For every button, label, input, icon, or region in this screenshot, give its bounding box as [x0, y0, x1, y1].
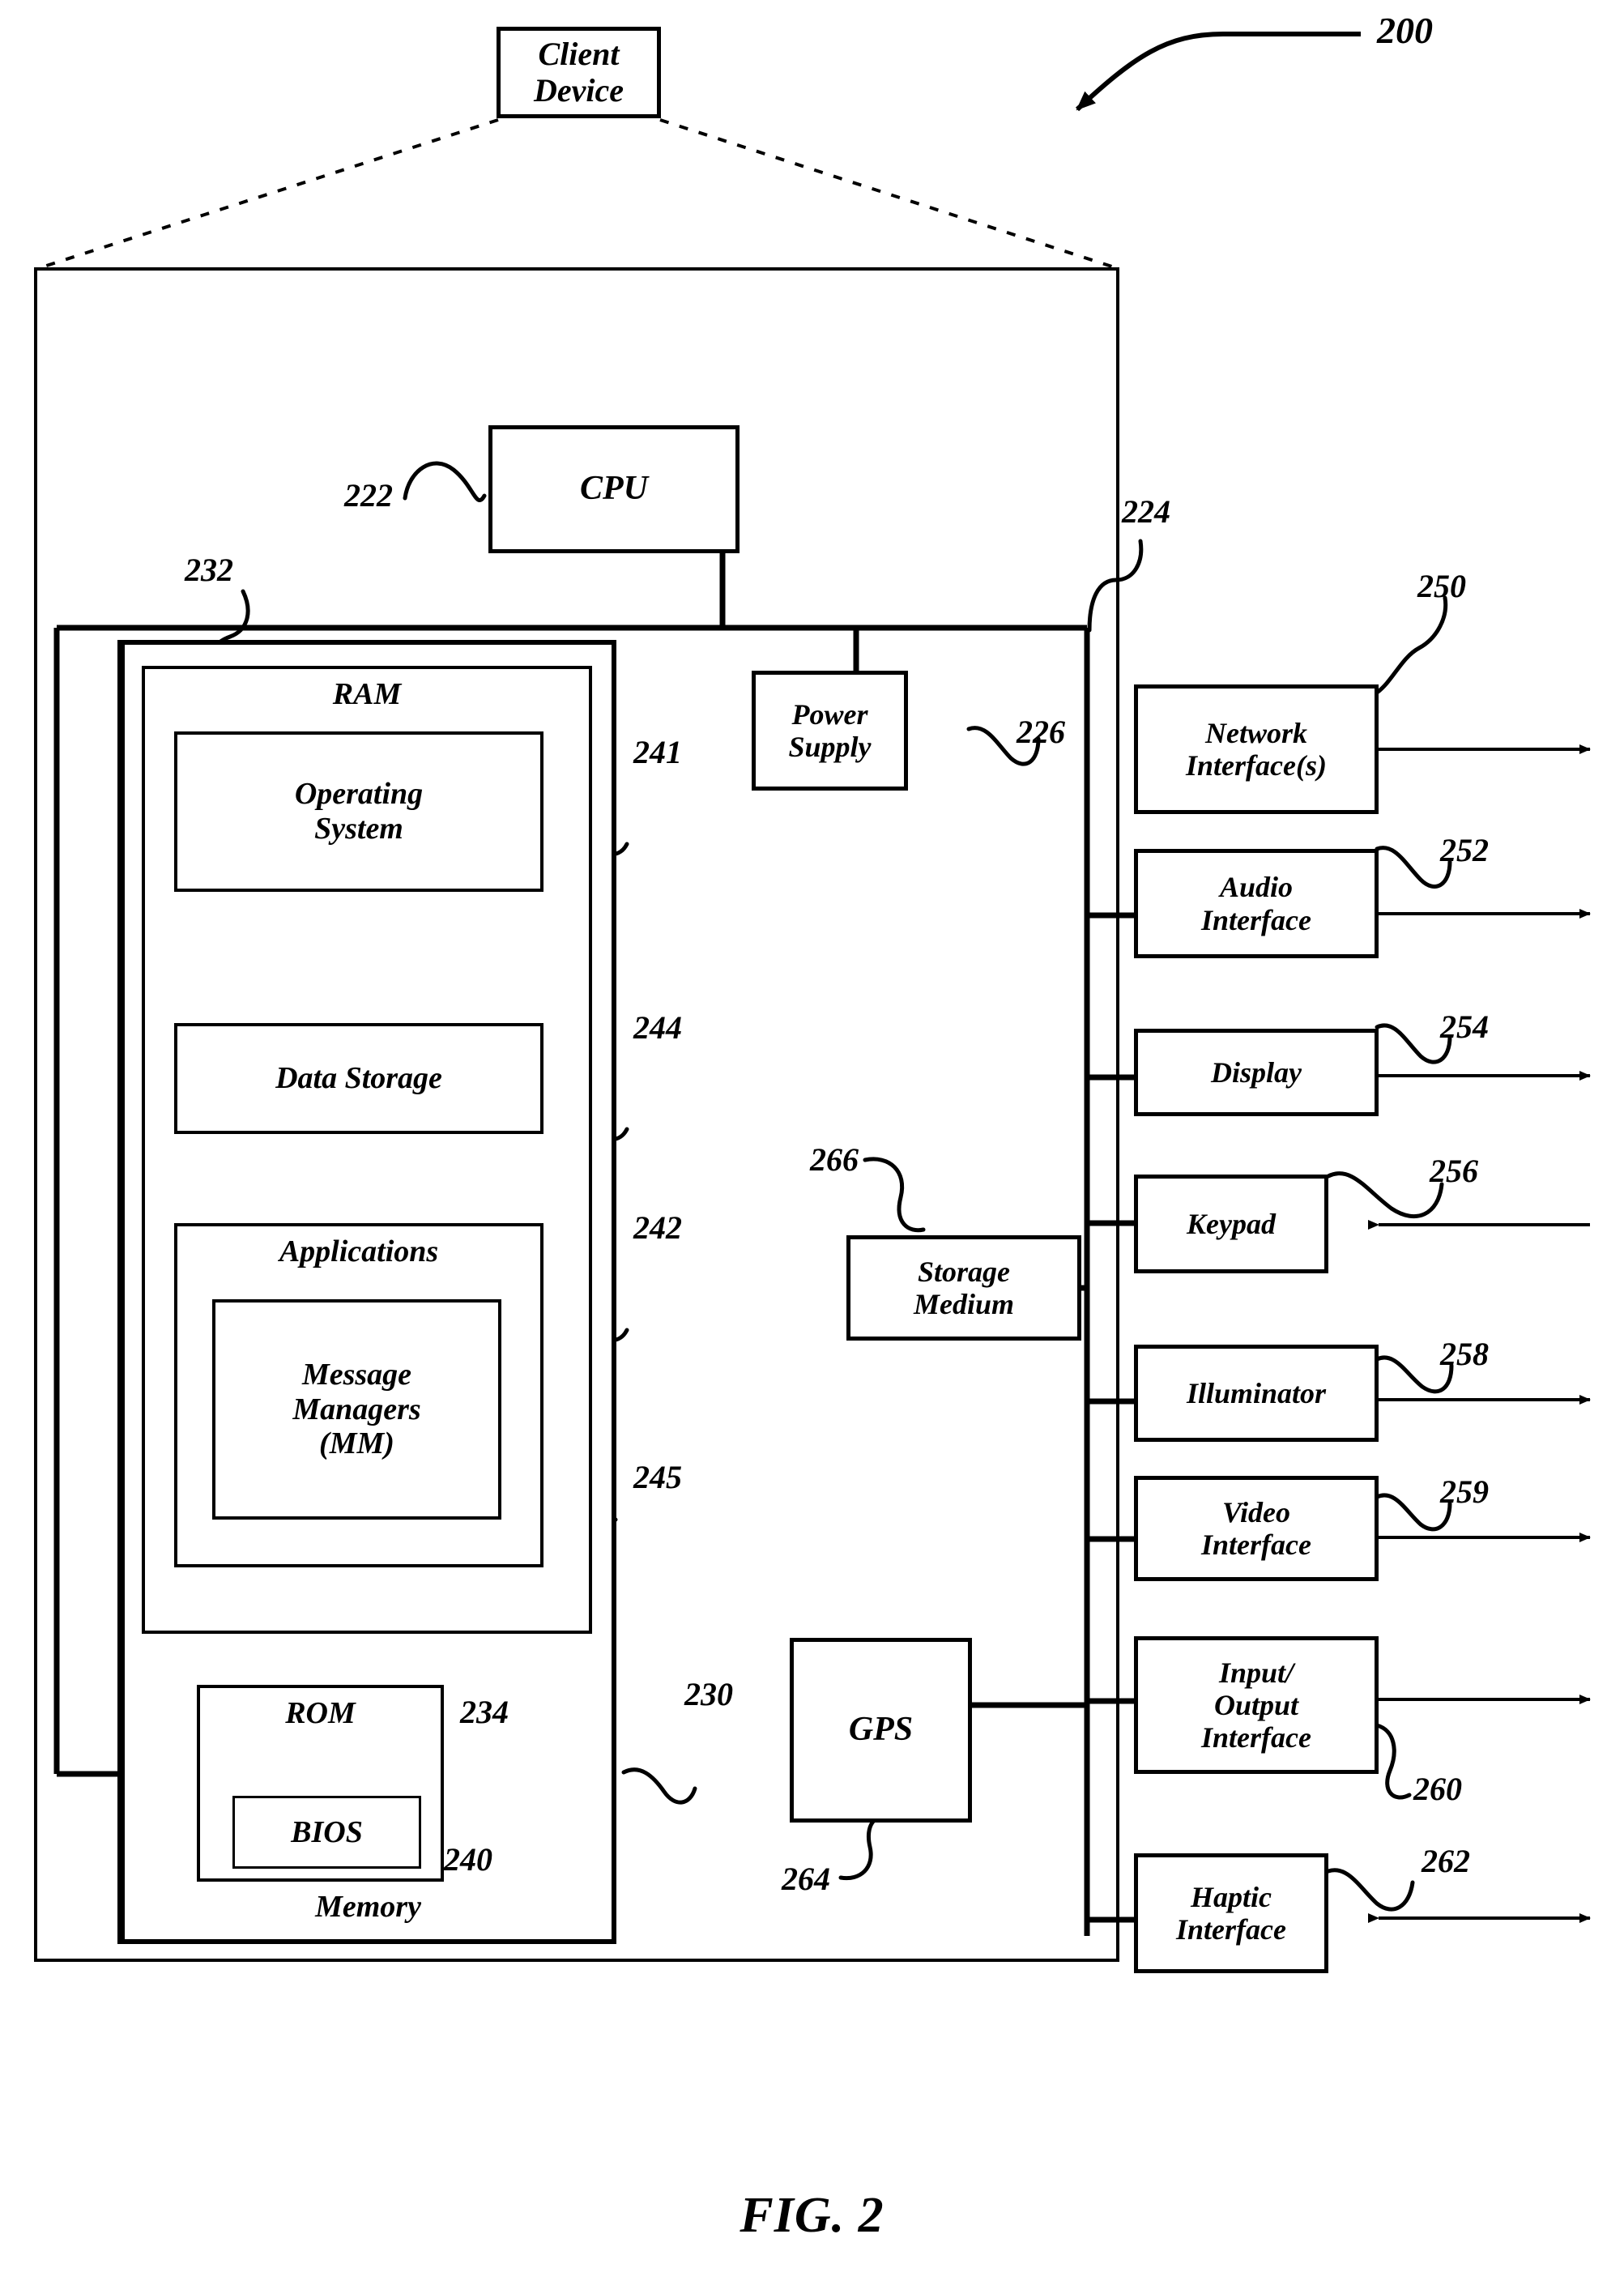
display-box[interactable]: Display [1134, 1029, 1379, 1116]
reference-240: 240 [444, 1841, 492, 1878]
client-device-label: Client Device [533, 35, 624, 109]
reference-259: 259 [1440, 1473, 1489, 1510]
network-interface-label: Network Interface(s) [1186, 716, 1327, 782]
illuminator-label: Illuminator [1186, 1376, 1327, 1409]
illuminator-box[interactable]: Illuminator [1134, 1345, 1379, 1442]
reference-241: 241 [633, 734, 682, 770]
keypad-box[interactable]: Keypad [1134, 1175, 1328, 1273]
client-device-box[interactable]: Client Device [497, 27, 661, 118]
input-output-interface-box[interactable]: Input/ Output Interface [1134, 1636, 1379, 1774]
audio-interface-box[interactable]: Audio Interface [1134, 849, 1379, 958]
gps-label: GPS [848, 1711, 914, 1749]
reference-256: 256 [1430, 1153, 1478, 1189]
power-supply-box[interactable]: Power Supply [752, 671, 908, 791]
input-output-interface-label: Input/ Output Interface [1201, 1656, 1311, 1754]
gps-box[interactable]: GPS [790, 1638, 972, 1823]
cpu-box[interactable]: CPU [488, 425, 740, 553]
keypad-label: Keypad [1187, 1207, 1276, 1240]
cpu-label: CPU [580, 470, 648, 508]
reference-245: 245 [633, 1459, 682, 1495]
reference-234: 234 [460, 1694, 509, 1730]
reference-224: 224 [1122, 493, 1170, 530]
reference-222: 222 [344, 477, 393, 514]
message-managers-box[interactable]: Message Managers (MM) [212, 1299, 501, 1520]
reference-230: 230 [684, 1676, 733, 1712]
video-interface-box[interactable]: Video Interface [1134, 1476, 1379, 1581]
reference-242: 242 [633, 1209, 682, 1246]
reference-266: 266 [810, 1141, 859, 1178]
reference-258: 258 [1440, 1336, 1489, 1372]
power-supply-label: Power Supply [788, 697, 872, 763]
expansion-dotted-lines [36, 118, 1120, 271]
reference-260: 260 [1413, 1771, 1462, 1807]
reference-254: 254 [1440, 1008, 1489, 1045]
ram-label: RAM [332, 677, 402, 711]
reference-250: 250 [1417, 568, 1466, 604]
reference-264: 264 [782, 1861, 830, 1897]
network-interface-box[interactable]: Network Interface(s) [1134, 684, 1379, 814]
reference-200-leader [1075, 32, 1361, 112]
data-storage-label: Data Storage [275, 1061, 442, 1096]
applications-label: Applications [279, 1234, 439, 1268]
display-label: Display [1211, 1055, 1302, 1089]
reference-252: 252 [1440, 832, 1489, 868]
reference-200: 200 [1377, 10, 1433, 51]
bios-box[interactable]: BIOS [232, 1796, 421, 1869]
operating-system-box[interactable]: Operating System [174, 731, 543, 892]
reference-226: 226 [1017, 714, 1065, 750]
memory-label: Memory [315, 1890, 421, 1925]
figure-caption: FIG. 2 [740, 2188, 884, 2243]
external-io-arrows [1368, 744, 1591, 1923]
haptic-interface-box[interactable]: Haptic Interface [1134, 1853, 1328, 1973]
audio-interface-label: Audio Interface [1201, 871, 1311, 936]
storage-medium-box[interactable]: Storage Medium [846, 1235, 1081, 1341]
message-managers-label: Message Managers (MM) [292, 1358, 421, 1461]
patent-figure-page: Client Device 200 CPU 222 Power Supply 2… [0, 0, 1624, 2281]
data-storage-box[interactable]: Data Storage [174, 1023, 543, 1134]
rom-label: ROM [285, 1696, 356, 1730]
reference-232: 232 [185, 552, 233, 588]
haptic-interface-label: Haptic Interface [1176, 1880, 1286, 1946]
operating-system-label: Operating System [294, 777, 424, 846]
storage-medium-label: Storage Medium [913, 1255, 1014, 1320]
video-interface-label: Video Interface [1201, 1495, 1311, 1561]
bios-label: BIOS [291, 1814, 363, 1849]
reference-262: 262 [1422, 1843, 1470, 1879]
reference-244: 244 [633, 1009, 682, 1046]
